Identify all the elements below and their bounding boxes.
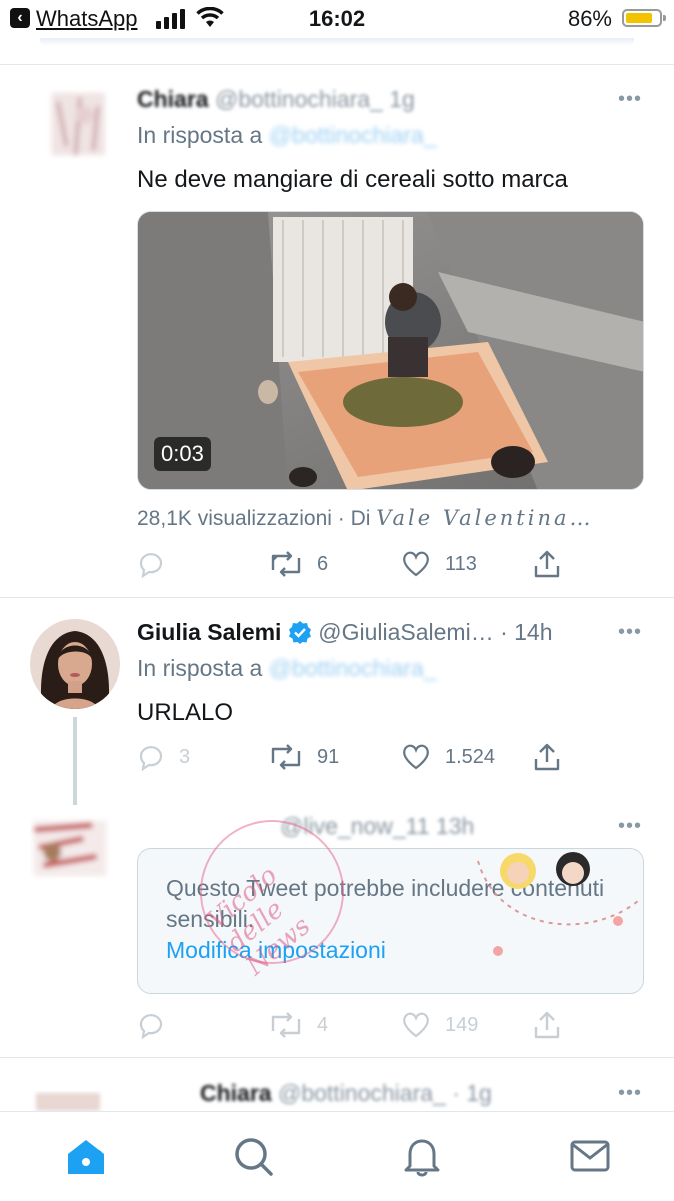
more-options-icon[interactable]: •••	[618, 621, 642, 644]
home-notification-dot	[94, 1150, 102, 1158]
tweet-text: Ne deve mangiare di cereali sotto marca	[137, 166, 568, 193]
view-count: 28,1K visualizzazioni · Di Vale Valentin…	[137, 506, 594, 531]
reply-icon	[139, 553, 163, 578]
divider	[0, 64, 674, 65]
tweet-header: @live_now_11 13h	[280, 813, 474, 840]
reply-button[interactable]: 3	[137, 740, 190, 774]
reply-button[interactable]	[137, 1008, 179, 1042]
like-button[interactable]: 1.524	[401, 740, 495, 774]
retweet-icon	[271, 1012, 301, 1038]
profile-photo	[30, 619, 120, 709]
retweet-count: 6	[317, 552, 329, 575]
thread-line	[73, 717, 77, 805]
divider	[0, 1057, 674, 1058]
tweet-actions: 6 113	[137, 547, 607, 581]
more-options-icon[interactable]: •••	[618, 1082, 642, 1105]
reply-prefix: In risposta a	[137, 122, 263, 148]
retweet-button[interactable]: 91	[269, 740, 339, 774]
video-duration: 0:03	[154, 437, 211, 471]
heart-icon	[403, 1012, 429, 1038]
heart-icon	[403, 551, 429, 577]
reply-context: In risposta a @bottinochiara_	[137, 655, 437, 682]
heart-icon	[403, 744, 429, 770]
avatar[interactable]	[30, 812, 110, 892]
retweet-button[interactable]: 4	[269, 1008, 328, 1042]
tweet-header: Giulia Salemi @GiuliaSalemi… · 14h	[137, 619, 553, 646]
tweet-text: URLALO	[137, 699, 234, 726]
author-handle[interactable]: @GiuliaSalemi…	[318, 619, 493, 645]
more-options-icon[interactable]: •••	[618, 815, 642, 838]
tweet-time: · 1g	[452, 1080, 492, 1106]
messages-icon[interactable]	[568, 1134, 612, 1178]
reply-handle-link[interactable]: @bottinochiara_	[269, 655, 437, 681]
author-name[interactable]: Chiara	[200, 1080, 272, 1106]
share-icon	[534, 550, 560, 578]
like-count: 1.524	[445, 745, 496, 768]
retweet-button[interactable]: 6	[269, 547, 328, 581]
more-options-icon[interactable]: •••	[618, 88, 642, 111]
retweet-icon	[271, 551, 301, 577]
retweet-count: 91	[317, 745, 340, 768]
author-handle[interactable]: @bottinochiara_	[278, 1080, 446, 1106]
share-icon	[534, 1011, 560, 1039]
avatar[interactable]	[40, 84, 120, 164]
tweet-header: Chiara @bottinochiara_ · 1g	[200, 1080, 492, 1107]
reply-context: In risposta a @bottinochiara_	[137, 122, 437, 149]
reply-icon	[139, 746, 163, 771]
bottom-tab-bar	[0, 1111, 674, 1201]
tweet-header: Chiara @bottinochiara_ 1g	[137, 86, 415, 113]
sensitive-content-notice[interactable]: Questo Tweet potrebbe includere contenut…	[137, 848, 644, 994]
like-count: 149	[445, 1013, 479, 1036]
retweet-icon	[271, 744, 301, 770]
pull-indicator	[40, 38, 634, 46]
share-button[interactable]	[533, 1008, 575, 1042]
author-name[interactable]: Chiara	[137, 86, 209, 112]
tweet-time: · 14h	[500, 619, 553, 645]
video-author-link[interactable]: Vale Valentina…	[376, 506, 593, 530]
tweet-actions: 3 91 1.524	[137, 740, 607, 774]
search-icon[interactable]	[231, 1134, 275, 1178]
like-button[interactable]: 113	[401, 547, 477, 581]
status-bar: ‹ WhatsApp 16:02 86%	[0, 0, 674, 38]
battery-icon	[622, 9, 666, 27]
battery-percentage: 86%	[567, 6, 612, 31]
tweet-time: 1g	[389, 86, 415, 112]
tweet-time: 13h	[435, 813, 475, 839]
share-icon	[534, 743, 560, 771]
notifications-icon[interactable]	[400, 1134, 444, 1178]
share-button[interactable]	[533, 740, 575, 774]
reply-button[interactable]	[137, 547, 179, 581]
reply-icon	[139, 1014, 163, 1039]
avatar[interactable]	[30, 619, 120, 709]
share-button[interactable]	[533, 547, 575, 581]
reply-handle-link[interactable]: @bottinochiara_	[269, 122, 437, 148]
views-label: 28,1K visualizzazioni · Di	[137, 507, 371, 530]
sticker-decoration	[477, 852, 639, 956]
divider	[0, 597, 674, 598]
author-handle[interactable]: @live_now_11	[280, 813, 430, 839]
reply-prefix: In risposta a	[137, 655, 263, 681]
edit-settings-link[interactable]: Modifica impostazioni	[166, 937, 386, 964]
video-thumbnail	[138, 212, 643, 489]
retweet-count: 4	[317, 1013, 329, 1036]
verified-badge-icon	[288, 621, 311, 644]
reply-count: 3	[179, 745, 191, 768]
author-handle[interactable]: @bottinochiara_	[215, 86, 383, 112]
video-player[interactable]: 0:03	[137, 211, 644, 490]
like-button[interactable]: 149	[401, 1008, 478, 1042]
author-name[interactable]: Giulia Salemi	[137, 619, 281, 645]
like-count: 113	[445, 552, 477, 575]
avatar[interactable]	[30, 1075, 110, 1111]
tweet-actions: 4 149	[137, 1008, 607, 1042]
